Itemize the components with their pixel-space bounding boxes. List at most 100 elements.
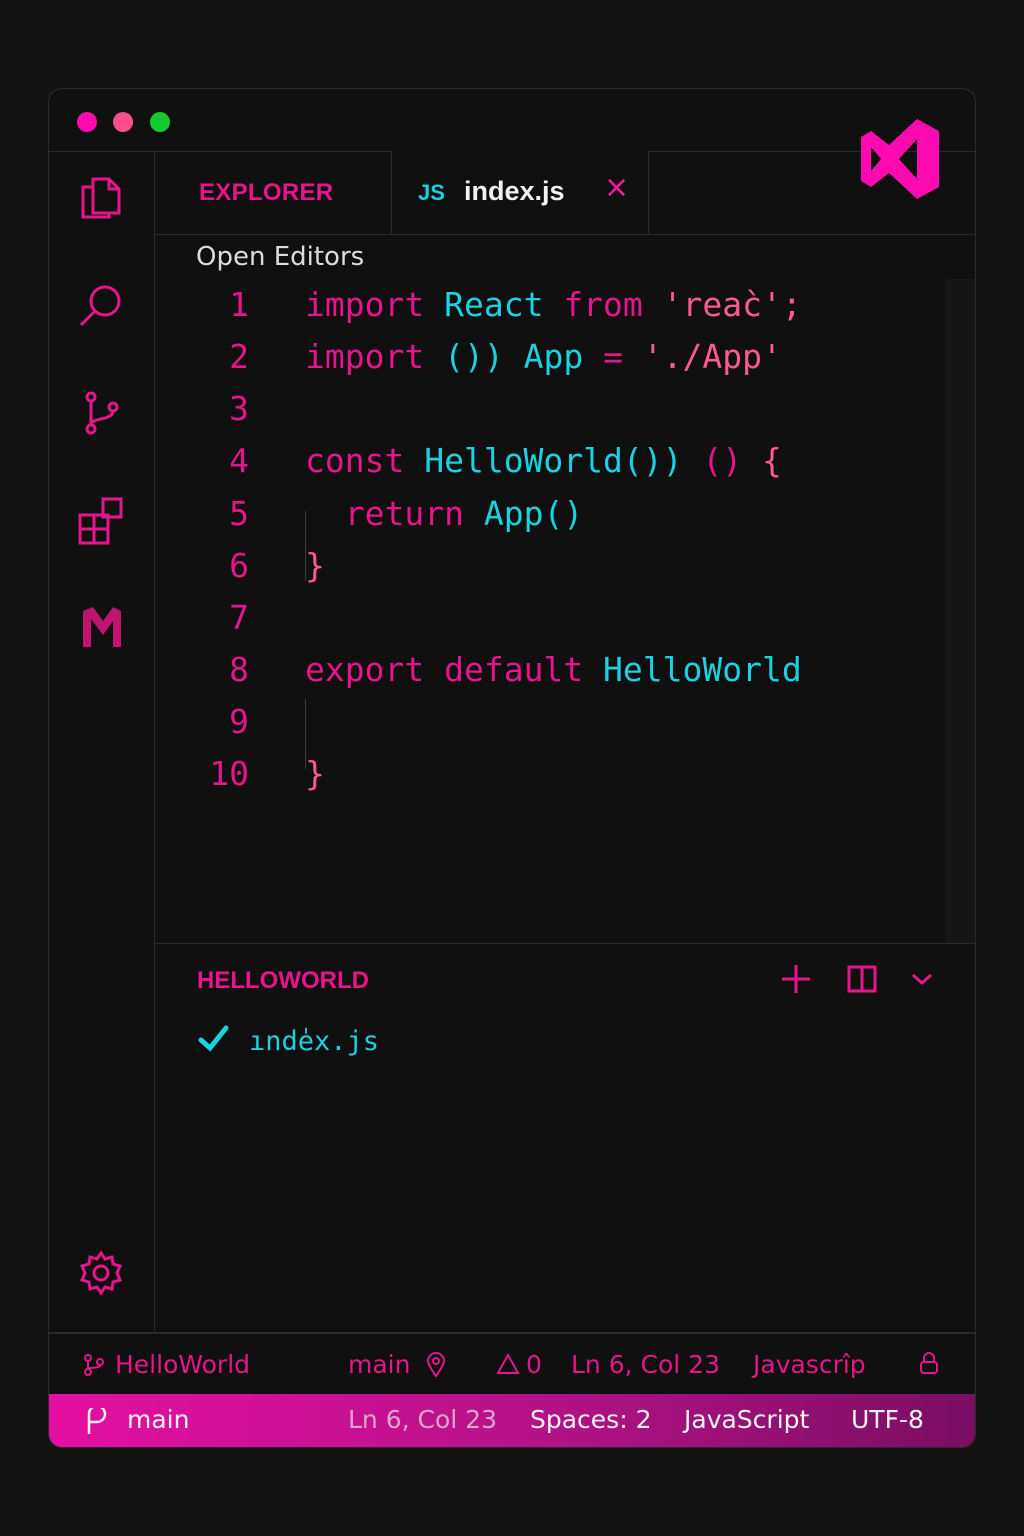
code-content: import ()) App = './App' [305, 331, 782, 383]
line-number: 6 [229, 546, 249, 585]
location-icon [426, 1352, 446, 1378]
repo-icon [84, 1354, 104, 1376]
line-number: 7 [229, 598, 249, 637]
line-number: 5 [229, 494, 249, 533]
lock-icon[interactable] [919, 1351, 939, 1375]
line-number: 8 [229, 650, 249, 689]
code-content: export default HelloWorld [305, 644, 802, 696]
plus-icon[interactable] [779, 962, 813, 996]
explorer-panel: HELLOWORLD ınde̍x.js [155, 943, 975, 1333]
code-token: ()) [444, 337, 504, 376]
code-token: } [305, 754, 325, 793]
line-number: 2 [229, 337, 249, 376]
activity-bar [49, 151, 155, 1332]
code-content: } [305, 540, 325, 592]
code-line[interactable]: 7 [155, 592, 945, 644]
repo-name[interactable]: HelloWorld [115, 1350, 250, 1379]
code-token: React [444, 285, 544, 324]
code-token: import [305, 285, 425, 324]
code-token: const [305, 441, 405, 480]
code-content: import React from 'reac̀'; [305, 279, 802, 331]
code-line[interactable]: 8 export default HelloWorld [155, 644, 945, 696]
code-token: App() [483, 494, 584, 533]
language-mode[interactable]: Javascrı̂p [753, 1350, 866, 1379]
code-line[interactable]: 3 [155, 383, 945, 435]
line-number: 4 [229, 441, 249, 480]
gear-icon[interactable] [77, 1249, 125, 1297]
files-icon[interactable] [77, 173, 125, 221]
status-branch[interactable]: main [127, 1405, 189, 1434]
source-control-icon[interactable] [77, 389, 125, 437]
tab-file-label: index.js [464, 176, 565, 206]
code-content: return App() [305, 488, 583, 540]
code-line[interactable]: 9 [155, 696, 945, 748]
code-token: export [305, 650, 425, 689]
check-icon [198, 1025, 229, 1052]
code-token: 'reac̀'; [662, 285, 802, 324]
line-number: 9 [229, 702, 249, 741]
editor-window: EXPLORER JS index.js × Open Editors 1 imp… [48, 88, 976, 1448]
line-number: 1 [229, 285, 249, 324]
chevron-down-icon[interactable] [905, 962, 939, 996]
code-line[interactable]: 10} [155, 748, 945, 800]
tab-explorer[interactable]: EXPLORER [155, 151, 392, 234]
branch-icon [87, 1408, 107, 1434]
code-editor[interactable]: 1 import React from 'reac̀'; 2 import ()) A… [155, 279, 945, 943]
js-file-icon: JS [418, 180, 445, 205]
tab-index-js[interactable]: JS index.js × [392, 151, 649, 234]
code-token: = [603, 337, 623, 376]
status-indentation[interactable]: Spaces: 2 [530, 1405, 651, 1434]
m-logo-icon[interactable] [77, 603, 125, 651]
code-line[interactable]: 5 return App() [155, 488, 945, 540]
editor-scrollbar[interactable] [945, 279, 975, 943]
minimize-window-button[interactable] [113, 112, 133, 132]
cursor-position[interactable]: Ln 6, Col 23 [571, 1350, 720, 1379]
code-token: import [305, 337, 425, 376]
code-token: () [702, 441, 743, 480]
code-content: const HelloWorld()) () { [305, 435, 782, 487]
status-bar: main Ln 6, Col 23 Spaces: 2 JavaScript U… [49, 1394, 975, 1447]
line-number: 10 [209, 754, 249, 793]
code-token: './App' [642, 337, 782, 376]
code-line[interactable]: 4 const HelloWorld()) () { [155, 435, 945, 487]
warning-icon [496, 1352, 520, 1374]
title-bar [49, 89, 975, 199]
status-bar-secondary: HelloWorld main 0 Ln 6, Col 23 Javascrı̂… [49, 1332, 975, 1394]
code-token: HelloWorld [603, 650, 802, 689]
maximize-window-button[interactable] [150, 112, 170, 132]
extensions-icon[interactable] [77, 497, 125, 545]
status-encoding[interactable]: UTF-8 [851, 1405, 924, 1434]
problem-count[interactable]: 0 [526, 1350, 542, 1379]
line-number: 3 [229, 389, 249, 428]
code-token: default [444, 650, 584, 689]
code-line[interactable]: 6} [155, 540, 945, 592]
code-line[interactable]: 1 import React from 'reac̀'; [155, 279, 945, 331]
panel-title: HELLOWORLD [197, 967, 369, 994]
open-editors-label: Open Editors [196, 242, 365, 272]
close-tab-icon[interactable]: × [604, 173, 629, 203]
tab-explorer-label: EXPLORER [199, 179, 334, 206]
code-token: HelloWorld()) [424, 441, 683, 480]
code-token: from [563, 285, 643, 324]
code-line[interactable]: 2 import ()) App = './App' [155, 331, 945, 383]
close-window-button[interactable] [77, 112, 97, 132]
code-token: return [344, 494, 464, 533]
branch-name[interactable]: main [348, 1350, 410, 1379]
split-icon[interactable] [845, 962, 879, 996]
file-name: ınde̍x.js [249, 1026, 380, 1057]
status-cursor-position[interactable]: Ln 6, Col 23 [348, 1405, 497, 1434]
status-language[interactable]: JavaScript [684, 1405, 809, 1434]
search-icon[interactable] [77, 281, 125, 329]
code-token: } [305, 546, 325, 585]
